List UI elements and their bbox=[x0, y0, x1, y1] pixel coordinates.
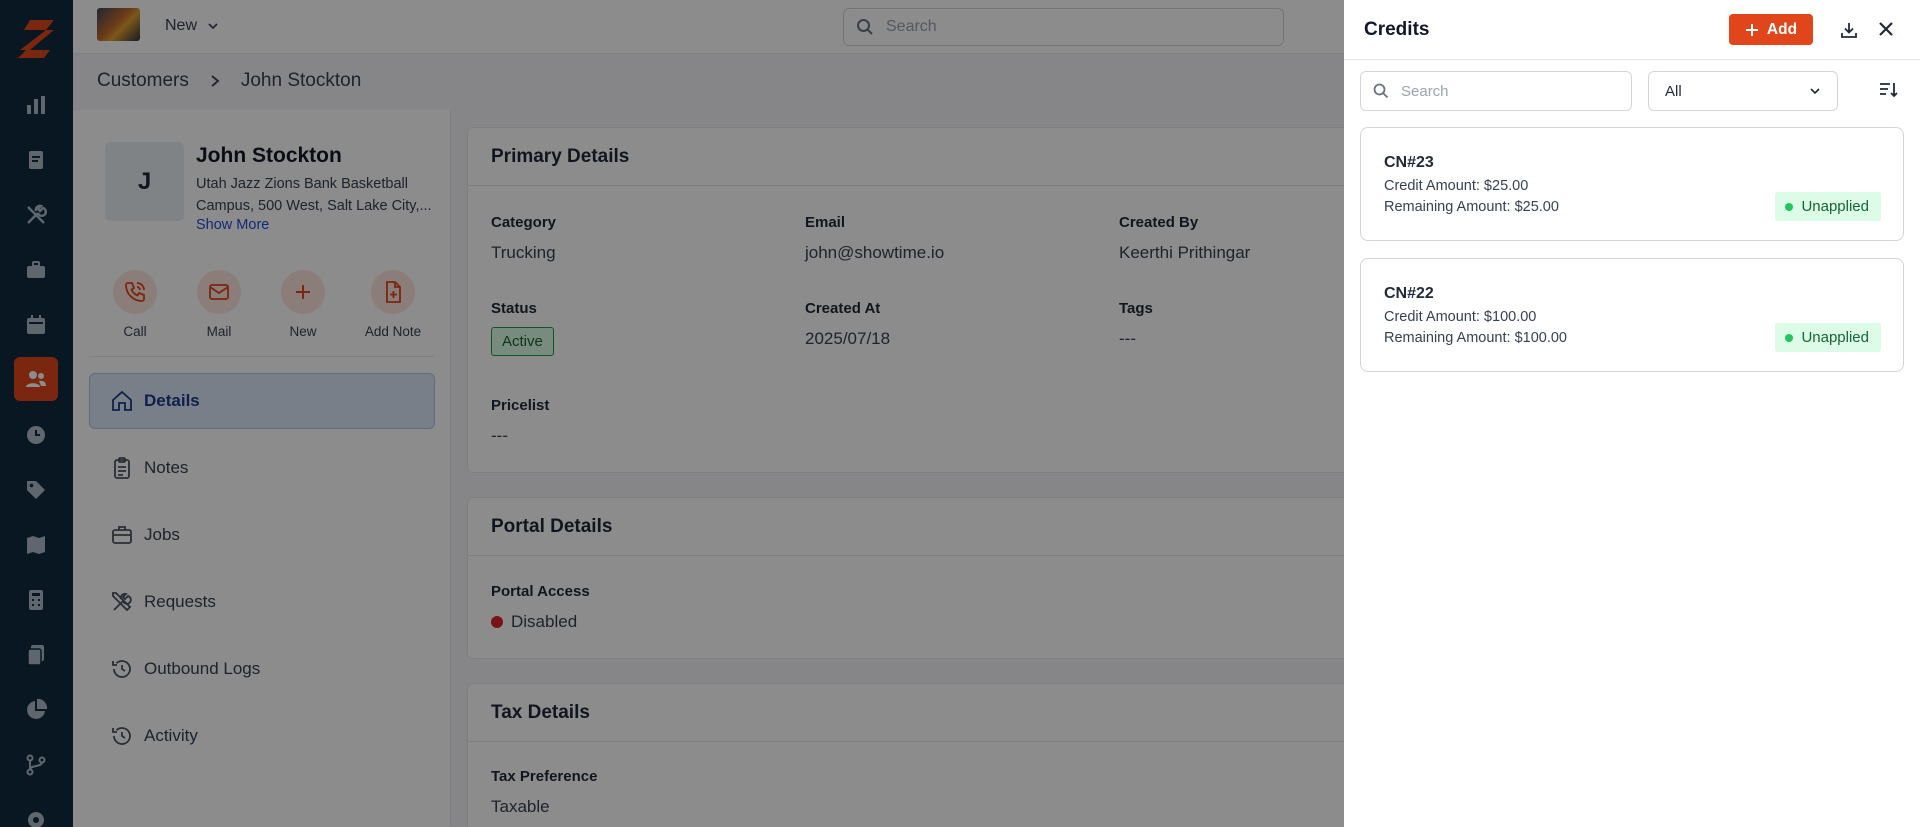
credit-card[interactable]: CN#23 Credit Amount: $25.00 Remaining Am… bbox=[1360, 127, 1904, 241]
search-icon bbox=[1373, 83, 1389, 99]
credits-drawer: Credits Add Search All CN#23 Credit Amou… bbox=[1344, 0, 1920, 827]
credit-number: CN#22 bbox=[1384, 285, 1434, 302]
status-badge: Unapplied bbox=[1775, 323, 1881, 352]
credits-filter-select[interactable]: All bbox=[1648, 71, 1838, 111]
chevron-down-icon bbox=[1810, 88, 1820, 95]
credit-number: CN#23 bbox=[1384, 154, 1434, 171]
close-drawer-button[interactable] bbox=[1874, 17, 1898, 41]
credits-search-input[interactable]: Search bbox=[1360, 71, 1632, 111]
status-dot-icon bbox=[1785, 333, 1794, 342]
status-text: Unapplied bbox=[1801, 198, 1869, 215]
status-dot-icon bbox=[1785, 202, 1794, 211]
plus-icon bbox=[1745, 23, 1758, 36]
download-button[interactable] bbox=[1837, 18, 1861, 42]
sort-icon bbox=[1880, 83, 1898, 98]
drawer-header-divider bbox=[1344, 59, 1920, 60]
add-credit-label: Add bbox=[1766, 20, 1798, 38]
drawer-title: Credits bbox=[1364, 19, 1430, 40]
close-icon bbox=[1879, 22, 1893, 36]
credits-search-placeholder: Search bbox=[1401, 82, 1449, 100]
status-badge: Unapplied bbox=[1775, 192, 1881, 221]
sort-button[interactable] bbox=[1876, 78, 1900, 102]
status-text: Unapplied bbox=[1801, 329, 1869, 346]
add-credit-button[interactable]: Add bbox=[1729, 14, 1813, 45]
modal-backdrop[interactable] bbox=[0, 0, 1344, 827]
credits-filter-value: All bbox=[1665, 82, 1682, 100]
download-icon bbox=[1841, 23, 1857, 38]
credit-card[interactable]: CN#22 Credit Amount: $100.00 Remaining A… bbox=[1360, 258, 1904, 372]
